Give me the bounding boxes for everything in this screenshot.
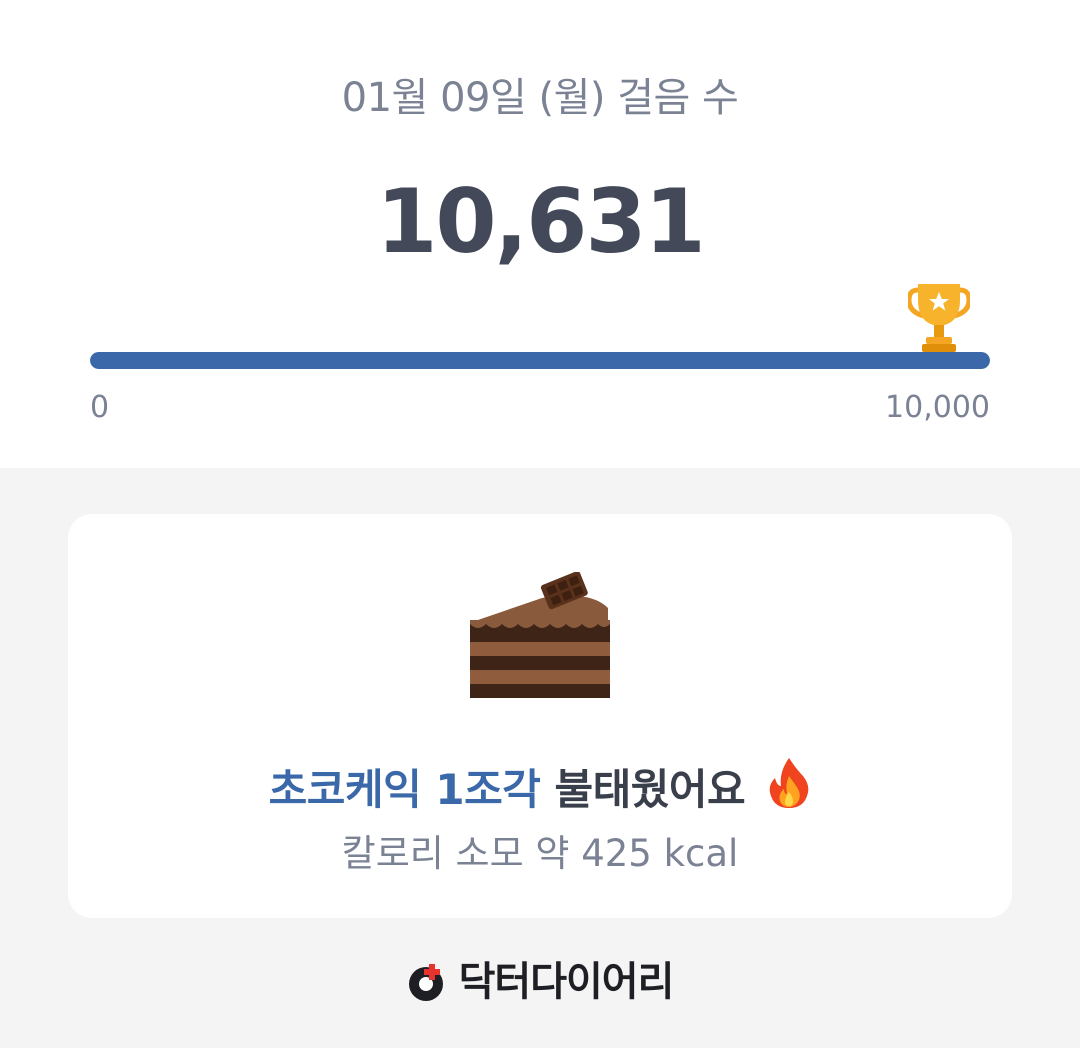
step-summary-section: 01월 09일 (월) 걸음 수 10,631 0 10,000	[0, 0, 1080, 468]
calorie-card: 초코케익 1조각 불태웠어요 칼로리 소모 약 425 kcal	[68, 514, 1012, 918]
progress-min-label: 0	[90, 390, 110, 425]
calorie-headline: 초코케익 1조각 불태웠어요	[68, 756, 1012, 821]
fire-icon	[769, 758, 809, 808]
step-progress-bar	[90, 352, 990, 369]
food-equivalent: 초코케익 1조각	[268, 765, 541, 814]
trophy-icon	[908, 284, 970, 352]
doctor-diary-logo-icon	[408, 964, 443, 1001]
brand-name: 닥터다이어리	[458, 959, 675, 1005]
date-title: 01월 09일 (월) 걸음 수	[341, 75, 739, 121]
progress-max-label: 10,000	[885, 390, 990, 425]
chocolate-cake-icon	[470, 572, 610, 698]
calorie-burn-text: 칼로리 소모 약 425 kcal	[341, 832, 739, 875]
step-progress-fill	[90, 352, 990, 369]
burned-text: 불태웠어요	[554, 765, 746, 814]
brand-footer: 닥터다이어리	[0, 955, 1080, 1009]
step-count: 10,631	[376, 170, 706, 273]
